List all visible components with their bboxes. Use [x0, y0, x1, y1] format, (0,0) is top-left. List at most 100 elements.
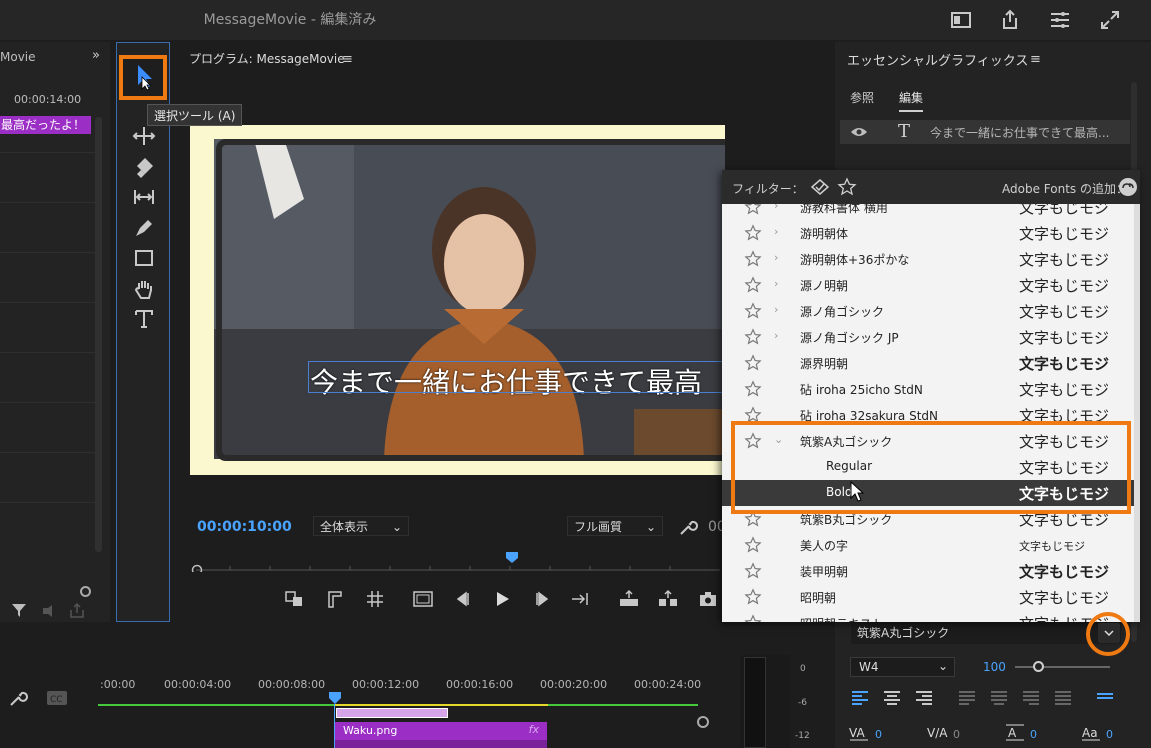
leading-icon[interactable]: A — [1004, 722, 1026, 742]
font-row[interactable]: 美人の字 文字もじモジ — [722, 532, 1134, 558]
share-icon[interactable] — [998, 8, 1022, 32]
font-row[interactable]: 昭明朝テキスト文字もじモジ — [722, 610, 1134, 622]
insert-icon[interactable] — [283, 589, 305, 609]
chevron-right-icon[interactable]: › — [774, 277, 778, 290]
chevron-right-icon[interactable]: › — [774, 204, 778, 212]
panel-layout-icon[interactable] — [949, 8, 973, 32]
favorite-star-icon[interactable] — [744, 250, 762, 268]
favorite-star-icon[interactable] — [744, 354, 762, 372]
grid-icon[interactable] — [364, 589, 386, 609]
audio-icon[interactable] — [40, 602, 58, 620]
creative-cloud-icon[interactable] — [1118, 177, 1138, 197]
step-forward-icon[interactable] — [531, 589, 553, 609]
font-list-scrollbar[interactable] — [1134, 204, 1140, 622]
font-row[interactable]: › 游教科書体 横用 文字もじモジ — [722, 204, 1134, 220]
chevron-right-icon[interactable]: › — [774, 251, 778, 264]
filter-activated-icon[interactable] — [810, 178, 830, 196]
play-icon[interactable] — [491, 589, 513, 609]
pen-tool-icon[interactable] — [132, 216, 156, 240]
font-row[interactable]: 昭明朝 文字もじモジ — [722, 584, 1134, 610]
camera-icon[interactable] — [697, 589, 719, 609]
chevron-right-icon[interactable]: › — [774, 329, 778, 342]
font-row[interactable]: › 游明朝体 文字もじモジ — [722, 220, 1134, 246]
chevron-right-icon[interactable]: › — [774, 225, 778, 238]
font-row[interactable]: 源界明朝 文字もじモジ — [722, 350, 1134, 376]
safe-margins-icon[interactable] — [412, 589, 434, 609]
type-tool-icon[interactable] — [132, 307, 156, 331]
tracking-value[interactable]: 0 — [953, 728, 960, 741]
font-family-select[interactable]: 筑紫A丸ゴシック — [851, 622, 1121, 644]
justify-right-icon[interactable] — [1021, 690, 1041, 706]
lift-icon[interactable] — [618, 589, 640, 609]
fit-dropdown[interactable]: 全体表示 ⌄ — [313, 516, 409, 536]
ripple-edit-tool-icon[interactable] — [132, 124, 156, 148]
favorite-star-icon[interactable] — [744, 328, 762, 346]
align-center-icon[interactable] — [882, 690, 902, 706]
eye-icon[interactable] — [850, 125, 868, 139]
favorite-star-icon[interactable] — [744, 536, 762, 554]
slip-tool-icon[interactable] — [132, 185, 156, 209]
wrench-icon[interactable] — [8, 688, 28, 708]
timeline-playhead[interactable] — [329, 692, 341, 704]
baseline-shift-icon[interactable]: Aa — [1080, 722, 1102, 742]
rectangle-tool-icon[interactable] — [132, 246, 156, 270]
font-size-slider-handle[interactable] — [1033, 661, 1044, 672]
panel-overflow-icon[interactable]: » — [92, 48, 100, 63]
justify-all-icon[interactable] — [1053, 690, 1073, 706]
marker-icon[interactable] — [324, 589, 346, 609]
step-back-icon[interactable] — [452, 589, 474, 609]
font-size-slider[interactable] — [1015, 666, 1110, 668]
font-row[interactable]: › 源ノ角ゴシック JP 文字もじモジ — [722, 324, 1134, 350]
zoom-handle[interactable] — [80, 586, 91, 597]
program-scrub-bar[interactable] — [190, 552, 720, 572]
baseline-shift-value[interactable]: 0 — [1106, 728, 1113, 741]
font-weight-select[interactable]: W4 ⌄ — [850, 657, 955, 677]
font-size-value[interactable]: 100 — [983, 660, 1006, 674]
kerning-icon[interactable]: VA — [848, 724, 872, 742]
graphic-layer-row[interactable]: T 今まで一緒にお仕事できて最高... — [840, 120, 1130, 144]
favorite-star-icon[interactable] — [744, 204, 762, 216]
favorite-star-icon[interactable] — [744, 224, 762, 242]
export-icon[interactable] — [68, 602, 86, 620]
caption-clip[interactable]: 最高だったよ！ — [0, 116, 91, 134]
fullscreen-icon[interactable] — [1098, 8, 1122, 32]
favorite-star-icon[interactable] — [744, 562, 762, 580]
favorite-star-icon[interactable] — [744, 614, 762, 622]
leading-value[interactable]: 0 — [1030, 728, 1037, 741]
justify-center-icon[interactable] — [989, 690, 1009, 706]
razor-tool-icon[interactable] — [132, 155, 156, 179]
selection-tool-icon[interactable] — [132, 63, 156, 91]
favorites-filter-star-icon[interactable] — [837, 177, 857, 197]
vertical-align-icon[interactable] — [1095, 690, 1115, 706]
align-left-icon[interactable] — [850, 690, 870, 706]
panel-menu-icon[interactable]: ≡ — [1030, 52, 1041, 67]
vertical-scrollbar[interactable] — [95, 117, 102, 552]
video-preview[interactable]: 今まで一緒にお仕事できて最高 — [190, 125, 725, 475]
quality-dropdown[interactable]: フル画質 ⌄ — [567, 516, 663, 536]
captions-icon[interactable]: CC — [46, 690, 68, 706]
hand-tool-icon[interactable] — [132, 277, 156, 301]
font-row[interactable]: › 源ノ角ゴシック 文字もじモジ — [722, 298, 1134, 324]
filter-icon[interactable] — [10, 602, 30, 620]
go-to-out-icon[interactable] — [570, 589, 592, 609]
playhead-timecode[interactable]: 00:00:10:00 — [197, 519, 292, 535]
extract-icon[interactable] — [657, 589, 679, 609]
justify-left-icon[interactable] — [957, 690, 977, 706]
favorite-star-icon[interactable] — [744, 588, 762, 606]
panel-menu-icon[interactable]: ≡ — [342, 52, 353, 67]
font-row[interactable]: 砧 iroha 25icho StdN 文字もじモジ — [722, 376, 1134, 402]
timeline-clip-waku[interactable]: Waku.png fx — [335, 722, 547, 740]
chevron-right-icon[interactable]: › — [774, 303, 778, 316]
kerning-value[interactable]: 0 — [875, 728, 882, 741]
tracking-icon[interactable]: V/A — [926, 724, 950, 742]
font-row[interactable]: › 源ノ明朝 文字もじモジ — [722, 272, 1134, 298]
favorite-star-icon[interactable] — [744, 276, 762, 294]
selected-clip[interactable] — [336, 708, 448, 718]
wrench-icon[interactable] — [678, 517, 698, 537]
font-row[interactable]: › 游明朝体+36ポかな 文字もじモジ — [722, 246, 1134, 272]
tab-edit[interactable]: 編集 — [899, 89, 924, 112]
align-right-icon[interactable] — [914, 690, 934, 706]
favorite-star-icon[interactable] — [744, 302, 762, 320]
tab-browse[interactable]: 参照 — [850, 89, 874, 106]
workspaces-icon[interactable] — [1048, 8, 1072, 32]
